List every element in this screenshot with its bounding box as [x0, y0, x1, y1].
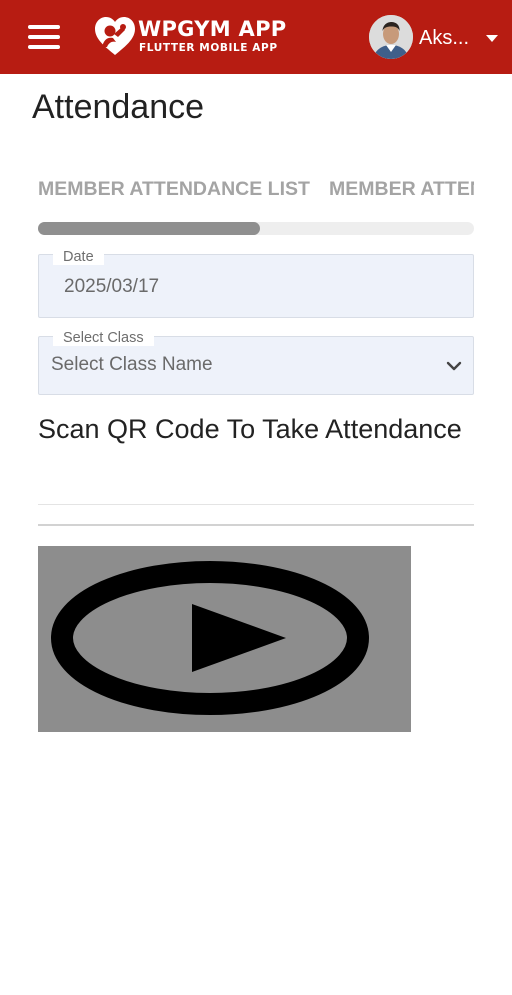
brand-subtitle: FLUTTER MOBILE APP — [139, 42, 278, 54]
page-title: Attendance — [32, 88, 205, 126]
app-bar: WPGYM APP FLUTTER MOBILE APP Aks... — [0, 0, 512, 74]
qr-scan-video-player[interactable] — [38, 546, 411, 732]
brand-title: WPGYM APP — [138, 17, 287, 41]
date-field-value[interactable]: 2025/03/17 — [64, 276, 159, 298]
tab-scroll-indicator-fill — [38, 222, 261, 235]
heart-logo-icon — [92, 14, 138, 60]
user-name[interactable]: Aks... — [419, 27, 469, 50]
hamburger-menu-icon[interactable] — [28, 25, 60, 49]
user-avatar[interactable] — [369, 15, 413, 59]
select-class-dropdown[interactable]: Select Class Select Class Name — [38, 330, 474, 395]
tab-member-attendance-list[interactable]: MEMBER ATTENDANCE LIST — [38, 178, 310, 201]
scan-qr-heading: Scan QR Code To Take Attendance — [38, 414, 462, 444]
tab-bar: MEMBER ATTENDANCE LIST MEMBER ATTEN — [38, 178, 474, 206]
date-field[interactable]: Date 2025/03/17 — [38, 249, 474, 318]
tab-scroll-indicator — [38, 222, 474, 235]
play-icon[interactable] — [38, 546, 411, 732]
divider — [38, 504, 474, 505]
caret-down-icon[interactable] — [486, 35, 498, 42]
divider — [38, 524, 474, 526]
chevron-down-icon[interactable] — [445, 357, 463, 375]
select-class-value[interactable]: Select Class Name — [51, 354, 213, 376]
date-field-label: Date — [53, 249, 104, 265]
select-class-label: Select Class — [53, 330, 154, 346]
tab-member-attendance[interactable]: MEMBER ATTEN — [329, 178, 474, 201]
